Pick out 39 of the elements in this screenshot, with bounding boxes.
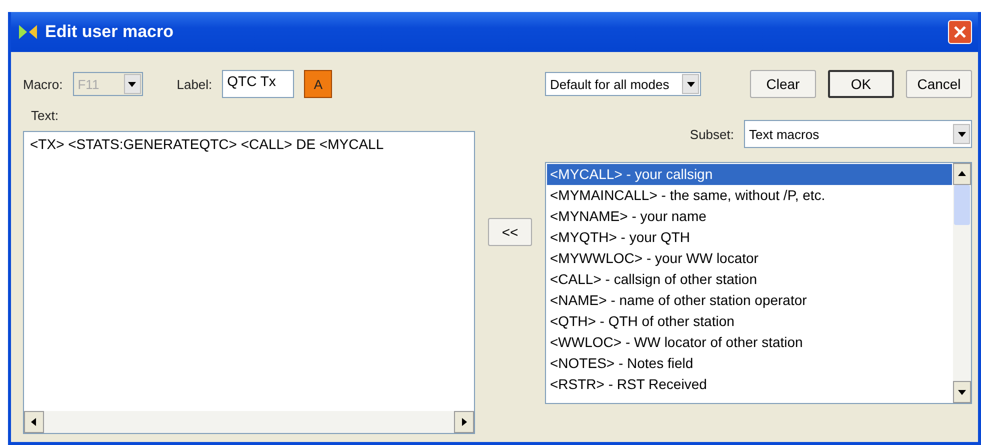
macro-text: <TX> <STATS:GENERATEQTC> <CALL> DE <MYCALL	[29, 135, 385, 154]
list-item[interactable]: <NAME> - name of other station operator	[547, 290, 952, 311]
horizontal-scrollbar[interactable]	[24, 411, 474, 433]
caret-icon	[958, 130, 966, 138]
list-item[interactable]: <MYCALL> - your callsign	[547, 164, 952, 185]
list-item[interactable]: <NOTES> - Notes field	[547, 353, 952, 374]
right-arrow-icon	[460, 418, 468, 426]
left-arrow-icon	[30, 418, 38, 426]
up-arrow-icon	[958, 170, 966, 178]
insert-button[interactable]: <<	[488, 218, 532, 246]
mode-select[interactable]: Default for all modes	[545, 72, 701, 96]
list-item[interactable]: <WWLOC> - WW locator of other station	[547, 332, 952, 353]
dialog-button[interactable]: Clear	[750, 70, 816, 98]
subset-label: Subset:	[690, 126, 734, 142]
list-item[interactable]: <MYWWLOC> - your WW locator	[547, 248, 952, 269]
close-icon	[954, 26, 966, 38]
label-label: Label:	[176, 76, 212, 92]
window-title: Edit user macro	[45, 22, 174, 42]
vertical-scrollbar[interactable]	[953, 163, 971, 403]
scroll-thumb[interactable]	[954, 185, 970, 225]
dialog-button[interactable]: OK	[828, 70, 894, 98]
caret-icon	[686, 80, 694, 88]
list-item[interactable]: <QTH> - QTH of other station	[547, 311, 952, 332]
text-area[interactable]: <TX> <STATS:GENERATEQTC> <CALL> DE <MYCALL	[23, 131, 475, 434]
list-item[interactable]: <RSTR> - RST Received	[547, 374, 952, 395]
down-arrow-icon	[958, 388, 966, 396]
butterfly-icon	[17, 23, 39, 41]
list-item[interactable]: <MYMAINCALL> - the same, without /P, etc.	[547, 185, 952, 206]
color-button[interactable]: A	[304, 70, 332, 98]
list-item[interactable]: <CALL> - callsign of other station	[547, 269, 952, 290]
subset-select[interactable]: Text macros	[744, 120, 972, 148]
text-label: Text:	[31, 108, 60, 123]
close-button[interactable]	[948, 20, 972, 44]
label-field[interactable]: QTC Tx	[222, 70, 294, 98]
list-item[interactable]: <MYNAME> - your name	[547, 206, 952, 227]
list-item[interactable]: <MYQTH> - your QTH	[547, 227, 952, 248]
caret-icon	[128, 80, 136, 88]
dialog-button[interactable]: Cancel	[906, 70, 972, 98]
macro-label: Macro:	[23, 76, 63, 92]
